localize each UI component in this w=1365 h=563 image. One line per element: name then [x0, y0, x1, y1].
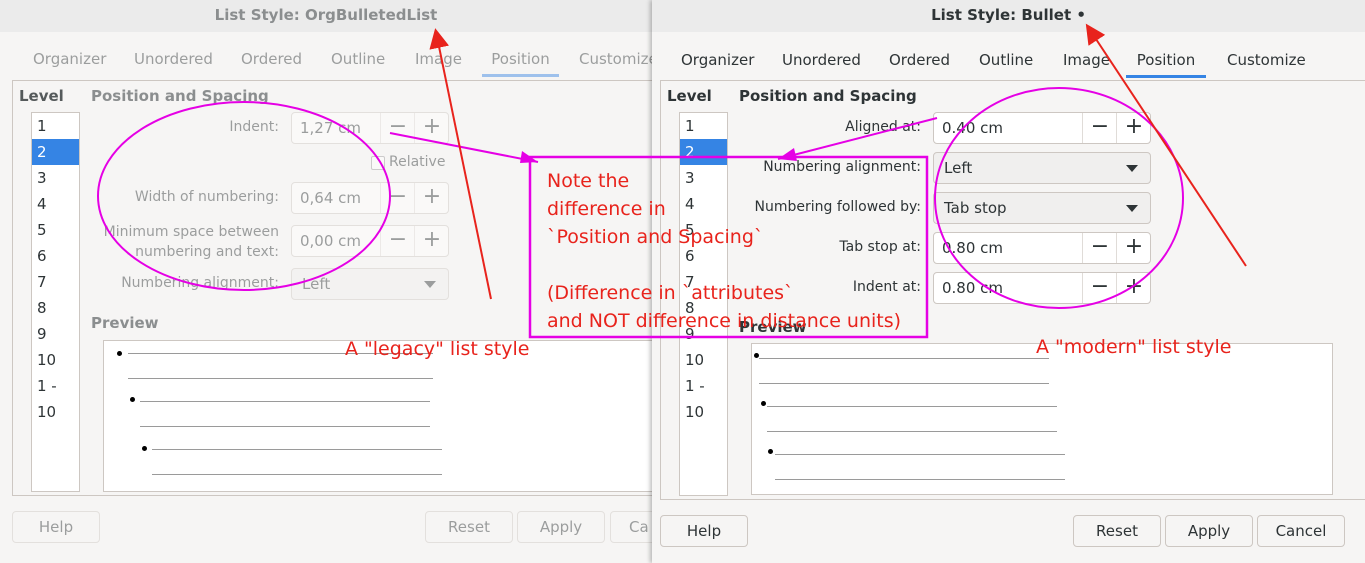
modern-tab-image[interactable]: Image — [1063, 45, 1110, 75]
modern-preview — [751, 343, 1333, 495]
modern-indent-label: Indent at: — [852, 279, 921, 295]
level-item[interactable]: 2 — [680, 139, 727, 165]
modern-section-title: Position and Spacing — [739, 87, 917, 105]
note-text-line2: difference in — [547, 198, 666, 220]
modern-tab-ordered[interactable]: Ordered — [889, 45, 950, 75]
modern-align-label: Numbering alignment: — [763, 159, 921, 175]
preview-bullet — [761, 401, 766, 406]
note-text-line4: (Difference in `attributes` — [547, 282, 794, 304]
modern-label: A "modern" list style — [1036, 336, 1232, 358]
modern-align-combo[interactable]: Left — [933, 152, 1151, 184]
modern-tabstop-spin[interactable]: 0.80 cm − + — [933, 232, 1151, 264]
modern-reset-button[interactable]: Reset — [1073, 515, 1161, 547]
level-item[interactable]: 10 — [680, 347, 727, 373]
legacy-help-button[interactable]: Help — [12, 511, 100, 543]
plus-icon[interactable]: + — [1116, 273, 1151, 303]
preview-line — [775, 479, 1065, 480]
preview-line — [759, 383, 1049, 384]
minus-icon[interactable]: − — [1082, 273, 1117, 303]
plus-icon[interactable]: + — [1116, 233, 1151, 263]
modern-tab-position[interactable]: Position — [1126, 45, 1206, 78]
minus-icon[interactable]: − — [1082, 113, 1117, 143]
note-text-line5: and NOT difference in distance units) — [547, 310, 902, 332]
legacy-cancel-button[interactable]: Ca — [610, 511, 652, 543]
level-item[interactable]: 1 — [680, 113, 727, 139]
modern-tabstop-value: 0.80 cm — [942, 239, 1004, 257]
modern-level-heading: Level — [667, 87, 712, 105]
chevron-down-icon — [1126, 165, 1138, 172]
note-text-line3: `Position and Spacing` — [547, 226, 764, 248]
modern-tab-unordered[interactable]: Unordered — [782, 45, 861, 75]
plus-icon[interactable]: + — [1116, 113, 1151, 143]
preview-line — [775, 454, 1065, 455]
modern-indent-value: 0.80 cm — [942, 279, 1004, 297]
preview-line — [767, 406, 1057, 407]
modern-tabstop-label: Tab stop at: — [839, 239, 921, 255]
chevron-down-icon — [1126, 205, 1138, 212]
modern-apply-button[interactable]: Apply — [1165, 515, 1253, 547]
modern-cancel-button[interactable]: Cancel — [1257, 515, 1345, 547]
modern-followed-label: Numbering followed by: — [754, 199, 921, 215]
modern-tab-organizer[interactable]: Organizer — [681, 45, 754, 75]
modern-followed-value: Tab stop — [944, 199, 1007, 217]
modern-help-button[interactable]: Help — [660, 515, 748, 547]
legacy-apply-button[interactable]: Apply — [517, 511, 605, 543]
legacy-reset-button[interactable]: Reset — [425, 511, 513, 543]
level-item[interactable]: 4 — [680, 191, 727, 217]
preview-line — [759, 358, 1049, 359]
modern-followed-combo[interactable]: Tab stop — [933, 192, 1151, 224]
modern-indent-spin[interactable]: 0.80 cm − + — [933, 272, 1151, 304]
modern-tab-customize[interactable]: Customize — [1227, 45, 1306, 75]
modern-aligned-label: Aligned at: — [845, 119, 921, 135]
modern-aligned-spin[interactable]: 0.40 cm − + — [933, 112, 1151, 144]
level-item[interactable]: 3 — [680, 165, 727, 191]
modern-dialog-title: List Style: Bullet • — [652, 0, 1365, 32]
note-text-line1: Note the — [547, 170, 630, 192]
preview-bullet — [768, 449, 773, 454]
level-item[interactable]: 1 - 10 — [680, 373, 727, 421]
preview-line — [767, 431, 1057, 432]
modern-tab-outline[interactable]: Outline — [979, 45, 1033, 75]
legacy-label: A "legacy" list style — [345, 338, 530, 360]
modern-aligned-value: 0.40 cm — [942, 119, 1004, 137]
minus-icon[interactable]: − — [1082, 233, 1117, 263]
modern-align-value: Left — [944, 159, 973, 177]
